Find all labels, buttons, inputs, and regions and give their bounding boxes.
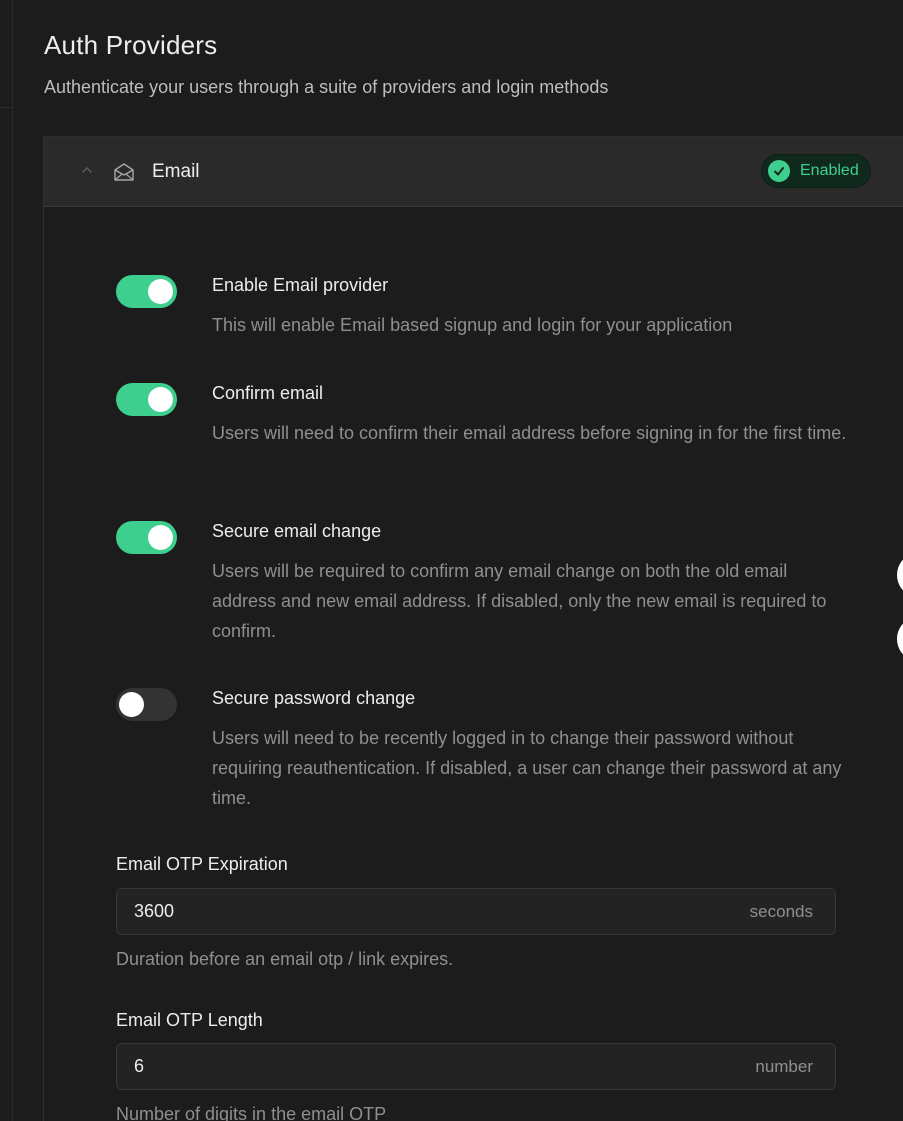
toggle-knob [148, 387, 173, 412]
status-badge: Enabled [761, 154, 871, 188]
provider-header[interactable]: Email Enabled [44, 137, 903, 207]
sidebar-divider [0, 107, 12, 108]
otp-expiration-unit: seconds [749, 902, 813, 921]
mail-open-icon [114, 163, 134, 181]
otp-expiration-value[interactable]: 3600 [134, 901, 174, 922]
otp-length-value[interactable]: 6 [134, 1056, 144, 1077]
setting-description: Users will need to be recently logged in… [212, 728, 842, 808]
confirm-email-toggle[interactable] [116, 383, 177, 416]
setting-description: Users will be required to confirm any em… [212, 561, 827, 641]
otp-length-help: Number of digits in the email OTP [116, 1104, 387, 1121]
auth-providers-page: Auth Providers Authenticate your users t… [0, 0, 903, 1121]
otp-length-input[interactable]: 6 number [116, 1043, 836, 1090]
otp-expiration-input[interactable]: 3600 seconds [116, 888, 836, 935]
check-circle-icon [768, 160, 790, 182]
secure-email-change-toggle[interactable] [116, 521, 177, 554]
toggle-knob [148, 525, 173, 550]
setting-title: Enable Email provider [212, 275, 389, 295]
secure-password-change-toggle[interactable] [116, 688, 177, 721]
otp-expiration-label: Email OTP Expiration [116, 854, 288, 874]
email-provider-card: Email Enabled Enable Email provider This… [43, 136, 903, 1121]
page-subtitle: Authenticate your users through a suite … [44, 77, 609, 97]
setting-title: Secure password change [212, 688, 416, 708]
left-sidebar-edge [0, 0, 13, 1121]
page-title: Auth Providers [44, 30, 218, 60]
toggle-knob [119, 692, 144, 717]
otp-expiration-help: Duration before an email otp / link expi… [116, 949, 454, 969]
setting-title: Secure email change [212, 521, 382, 541]
otp-length-label: Email OTP Length [116, 1010, 263, 1030]
provider-name: Email [152, 161, 200, 182]
status-badge-label: Enabled [800, 162, 859, 179]
chevron-up-icon[interactable] [80, 163, 94, 177]
setting-description: Users will need to confirm their email a… [212, 423, 847, 443]
enable-email-provider-toggle[interactable] [116, 275, 177, 308]
setting-title: Confirm email [212, 383, 324, 403]
setting-description: This will enable Email based signup and … [212, 315, 733, 335]
otp-length-unit: number [755, 1057, 813, 1076]
toggle-knob [148, 279, 173, 304]
